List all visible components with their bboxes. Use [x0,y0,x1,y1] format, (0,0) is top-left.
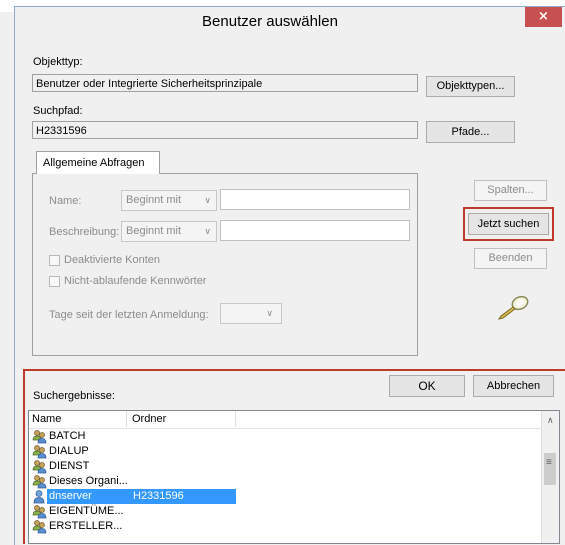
group-icon [32,444,48,459]
row-folder: H2331596 [133,490,184,502]
row-name: BATCH [49,430,86,442]
ok-button[interactable]: OK [389,375,465,397]
results-label: Suchergebnisse: [33,390,115,402]
object-types-button[interactable]: Objekttypen... [426,76,515,97]
search-magnifier-icon [497,295,529,320]
group-icon [32,459,48,474]
results-header: Name Ordner [29,411,559,429]
dialog-title: Benutzer auswählen [202,13,338,30]
object-type-label: Objekttyp: [33,56,83,68]
tab-general-queries[interactable]: Allgemeine Abfragen [36,151,160,174]
row-name: Dieses Organi... [49,475,128,487]
days-since-logon-label: Tage seit der letzten Anmeldung: [49,309,209,321]
column-header-name[interactable]: Name [32,411,61,427]
results-list[interactable]: Name Ordner BATCH DIALUP DIENST Dieses Orga… [28,410,560,544]
chevron-down-icon: ∨ [204,195,211,205]
column-divider [126,411,127,427]
user-icon [32,489,48,504]
group-icon [32,429,48,444]
column-divider [235,411,236,427]
non-expiring-passwords-checkbox[interactable] [49,276,60,287]
row-name: ERSTELLER... [49,520,123,532]
search-path-label: Suchpfad: [33,105,83,117]
results-rows: BATCH DIALUP DIENST Dieses Organi... dnserve… [29,429,559,534]
row-name: EIGENTÜME... [49,505,124,517]
list-item[interactable]: DIENST [29,459,559,474]
list-item[interactable]: EIGENTÜME... [29,504,559,519]
group-icon [32,474,48,489]
disabled-accounts-label: Deaktivierte Konten [64,254,160,266]
chevron-down-icon: ∨ [266,308,273,318]
list-item[interactable]: Dieses Organi... [29,474,559,489]
name-mode-select[interactable]: Beginnt mit ∨ [121,190,217,211]
columns-button[interactable]: Spalten... [474,180,547,201]
paths-button[interactable]: Pfade... [426,121,515,143]
group-icon [32,519,48,534]
description-mode-value: Beginnt mit [126,225,182,237]
list-item[interactable]: BATCH [29,429,559,444]
close-button[interactable]: × [525,7,562,27]
name-mode-value: Beginnt mit [126,194,182,206]
row-name: dnserver [49,490,92,502]
description-input[interactable] [220,220,410,241]
search-now-button[interactable]: Jetzt suchen [468,213,549,235]
column-header-folder[interactable]: Ordner [132,411,166,427]
name-input[interactable] [220,189,410,210]
cancel-button[interactable]: Abbrechen [473,375,554,397]
description-mode-select[interactable]: Beginnt mit ∨ [121,221,217,242]
group-icon [32,504,48,519]
list-item[interactable]: DIALUP [29,444,559,459]
disabled-accounts-checkbox[interactable] [49,255,60,266]
name-label: Name: [49,195,82,207]
list-item[interactable]: ERSTELLER... [29,519,559,534]
list-item[interactable]: dnserver H2331596 [29,489,559,504]
row-name: DIENST [49,460,90,472]
description-label: Beschreibung: [49,226,120,238]
non-expiring-passwords-label: Nicht-ablaufende Kennwörter [64,275,207,287]
object-type-field: Benutzer oder Integrierte Sicherheitspri… [32,74,418,92]
row-name: DIALUP [49,445,89,457]
search-path-field: H2331596 [32,121,418,139]
days-since-logon-select[interactable]: ∨ [220,303,282,324]
scroll-up-icon[interactable]: ∧ [547,415,554,426]
scrollbar-grip-icon: ≡ [546,457,552,468]
vertical-scrollbar[interactable]: ∧ ≡ [541,411,559,543]
stop-button[interactable]: Beenden [474,248,547,269]
chevron-down-icon: ∨ [204,226,211,236]
